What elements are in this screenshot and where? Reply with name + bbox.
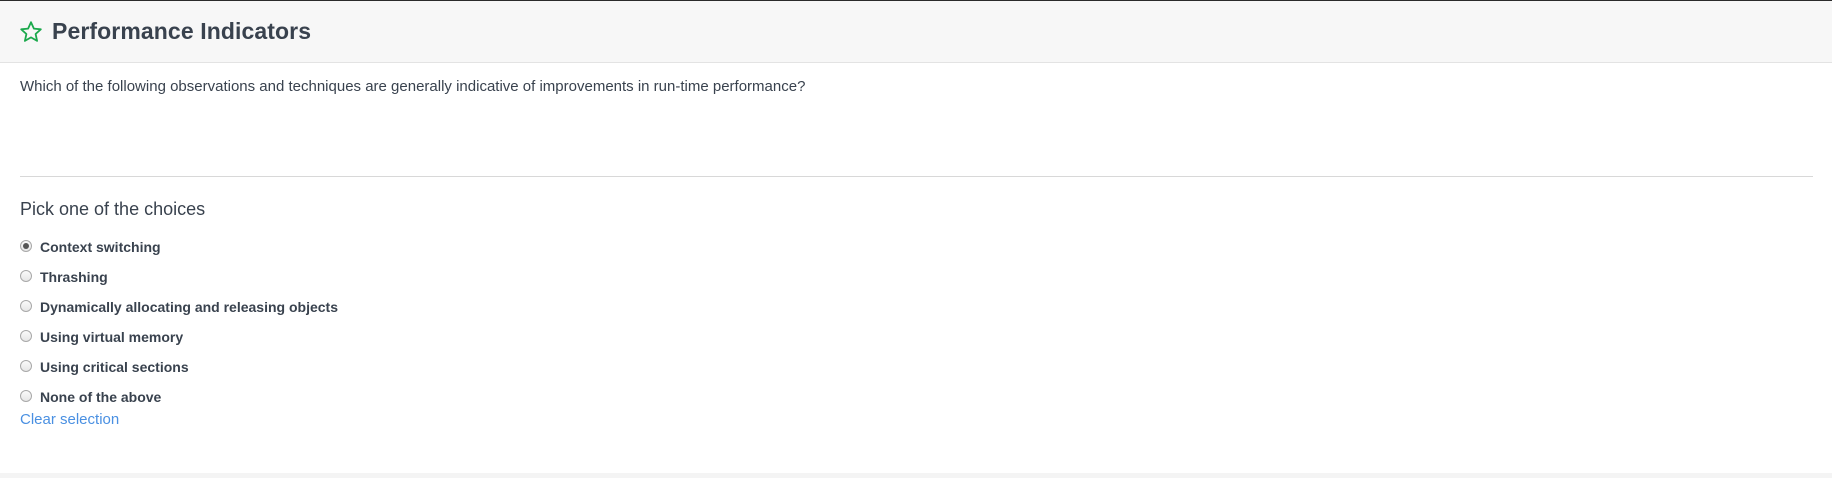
choices-heading: Pick one of the choices [20,199,206,219]
footer-band [0,473,1832,478]
star-outline-icon[interactable] [19,20,43,44]
radio-button[interactable] [20,329,32,342]
choice-option[interactable]: Context switching [20,232,620,262]
choice-label: Using critical sections [40,359,189,375]
choice-option[interactable]: Dynamically allocating and releasing obj… [20,292,620,322]
choice-option[interactable]: None of the above [20,382,620,412]
choice-label: Thrashing [40,269,108,285]
radio-button[interactable] [20,389,32,402]
choice-label: Dynamically allocating and releasing obj… [40,299,338,315]
radio-button[interactable] [20,299,32,312]
choice-label: None of the above [40,389,162,405]
choice-option[interactable]: Using critical sections [20,352,620,382]
question-text: Which of the following observations and … [20,78,806,95]
challenge-header: Performance Indicators [0,1,1832,63]
choice-option[interactable]: Thrashing [20,262,620,292]
page-title: Performance Indicators [52,18,312,44]
choice-list: Context switching Thrashing Dynamically … [20,232,620,412]
choice-label: Context switching [40,239,161,255]
radio-button[interactable] [20,239,32,252]
radio-button[interactable] [20,269,32,282]
choice-option[interactable]: Using virtual memory [20,322,620,352]
choice-label: Using virtual memory [40,329,184,345]
divider [20,176,1813,177]
radio-button[interactable] [20,359,32,372]
clear-selection-link[interactable]: Clear selection [20,411,119,428]
